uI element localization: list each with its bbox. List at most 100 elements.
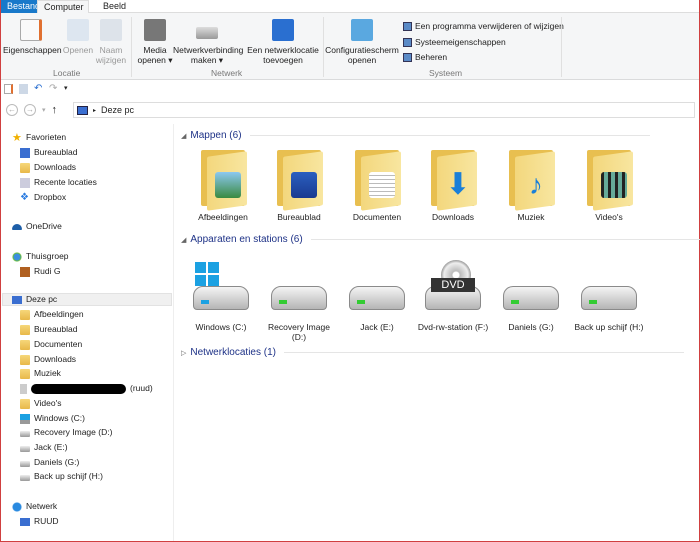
tab-computer[interactable]: Computer <box>37 0 89 14</box>
uninstall-program-button[interactable]: Een programma verwijderen of wijzigen <box>403 21 564 31</box>
back-button[interactable]: ← <box>6 104 18 116</box>
map-network-drive-button[interactable]: Netwerkverbinding maken ▾ <box>173 19 243 65</box>
dvd-logo: DVD <box>431 278 475 292</box>
folder-item[interactable]: Video's <box>571 146 647 222</box>
forward-button[interactable]: → <box>24 104 36 116</box>
nav-item[interactable]: Documenten <box>20 338 82 351</box>
pictures-folder-icon <box>197 146 249 211</box>
drive-icon <box>20 475 30 481</box>
user-avatar <box>20 266 30 277</box>
label: Video's <box>595 212 623 222</box>
control-panel-button[interactable]: Configuratiescherm openen <box>325 19 399 65</box>
nav-onedrive[interactable]: OneDrive <box>12 220 62 233</box>
nav-homegroup[interactable]: Thuisgroep <box>12 250 69 263</box>
rename-icon <box>100 19 122 41</box>
nav-item[interactable]: Rudi G <box>20 265 60 278</box>
label: Downloads <box>34 162 77 172</box>
address-bar[interactable]: ▸ Deze pc <box>73 102 695 118</box>
drive-icon <box>579 260 639 316</box>
divider <box>561 17 562 77</box>
nav-item[interactable]: Windows (C:) <box>20 412 85 425</box>
nav-item[interactable]: Afbeeldingen <box>20 308 84 321</box>
label: Thuisgroep <box>26 251 69 261</box>
label: Bureaublad <box>277 212 321 222</box>
nav-favorites[interactable]: ★ Favorieten <box>12 131 66 144</box>
label: Downloads <box>34 354 77 364</box>
nav-item[interactable]: Bureaublad <box>20 323 77 336</box>
open-icon <box>67 19 89 41</box>
label: Een netwerklocatie toevoegen <box>247 45 319 65</box>
folder-item[interactable]: ⬇ Downloads <box>415 146 491 222</box>
cloud-icon <box>12 223 22 230</box>
manage-button[interactable]: Beheren <box>403 52 447 62</box>
system-properties-button[interactable]: Systeemeigenschappen <box>403 37 506 47</box>
tab-beeld[interactable]: Beeld <box>97 0 132 13</box>
folder-item[interactable]: ♪ Muziek <box>493 146 569 222</box>
drive-item[interactable]: Daniels (G:) <box>493 260 569 332</box>
nav-network[interactable]: Netwerk <box>12 500 57 513</box>
drive-item[interactable]: Jack (E:) <box>339 260 415 332</box>
nav-item[interactable]: Muziek <box>20 367 61 380</box>
new-folder-icon[interactable] <box>19 84 28 94</box>
nav-item[interactable]: Jack (E:) <box>20 441 68 454</box>
windows-drive-icon <box>191 260 251 316</box>
label: Dropbox <box>34 192 67 202</box>
nav-this-pc[interactable]: Deze pc <box>2 293 172 306</box>
breadcrumb[interactable]: Deze pc <box>101 105 134 115</box>
properties-icon[interactable] <box>4 84 13 94</box>
videos-folder-icon <box>20 398 30 409</box>
group-label-locatie: Locatie <box>53 68 81 78</box>
section-network-locations[interactable]: ▷ Netwerklocaties (1) <box>181 347 684 358</box>
label: Afbeeldingen <box>34 309 84 319</box>
drive-item[interactable]: Back up schijf (H:) <box>571 260 647 332</box>
folder-item[interactable]: Afbeeldingen <box>185 146 261 222</box>
label: Back up schijf (H:) <box>34 471 103 481</box>
drive-icon <box>347 260 407 316</box>
customize-dropdown-icon[interactable]: ▾ <box>64 84 73 94</box>
folder-item[interactable]: Bureaublad <box>261 146 337 222</box>
label: Muziek <box>517 212 545 222</box>
nav-item[interactable]: Recovery Image (D:) <box>20 426 112 439</box>
media-open-button[interactable]: Media openen ▾ <box>135 19 175 65</box>
star-icon: ★ <box>12 131 22 144</box>
recent-places-icon <box>20 177 30 188</box>
nav-item[interactable]: ❖ Dropbox <box>20 191 66 204</box>
up-button[interactable]: ↑ <box>52 104 58 116</box>
programs-icon <box>403 21 412 31</box>
nav-item[interactable]: Recente locaties <box>20 176 97 189</box>
computer-icon <box>12 295 22 304</box>
collapse-chevron-icon: ◢ <box>181 236 187 244</box>
expand-chevron-icon: ▷ <box>181 349 187 357</box>
network-location-icon <box>272 19 294 41</box>
dvd-drive-icon: DVD <box>423 260 483 316</box>
nav-item[interactable]: Daniels (G:) <box>20 456 79 469</box>
drive-item[interactable]: Recovery Image (D:) <box>261 260 337 342</box>
properties-icon <box>20 19 42 41</box>
nav-item[interactable]: Video's <box>20 397 61 410</box>
nav-item[interactable]: Downloads <box>20 161 76 174</box>
nav-item[interactable]: Bureaublad <box>20 146 77 159</box>
label: OneDrive <box>26 221 62 231</box>
recent-dropdown-icon[interactable]: ▾ <box>42 106 46 114</box>
divider <box>131 17 132 77</box>
nav-item[interactable]: RUUD <box>20 515 59 528</box>
add-network-location-button[interactable]: Een netwerklocatie toevoegen <box>245 19 321 65</box>
nav-item[interactable]: Downloads <box>20 353 76 366</box>
removable-drive-icon <box>20 383 27 394</box>
drive-item[interactable]: Windows (C:) <box>183 260 259 332</box>
drive-item[interactable]: DVD Dvd-rw-station (F:) <box>415 260 491 332</box>
quick-access-toolbar: ↶ ↷ ▾ <box>1 81 699 97</box>
label: Systeemeigenschappen <box>415 37 506 47</box>
label: Windows (C:) <box>34 413 86 423</box>
label: Documenten <box>34 339 83 349</box>
section-devices[interactable]: ◢ Apparaten en stations (6) <box>181 234 700 245</box>
redo-icon[interactable]: ↷ <box>49 84 58 94</box>
nav-item[interactable]: Back up schijf (H:) <box>20 470 103 483</box>
nav-item[interactable]: (ruud) <box>20 382 153 395</box>
folder-item[interactable]: Documenten <box>339 146 415 222</box>
open-button[interactable]: Openen <box>61 19 95 55</box>
undo-icon[interactable]: ↶ <box>34 84 43 94</box>
section-folders[interactable]: ◢ Mappen (6) <box>181 130 650 141</box>
rename-button[interactable]: Naam wijzigen <box>95 19 127 65</box>
properties-button[interactable]: Eigenschappen <box>3 19 62 55</box>
